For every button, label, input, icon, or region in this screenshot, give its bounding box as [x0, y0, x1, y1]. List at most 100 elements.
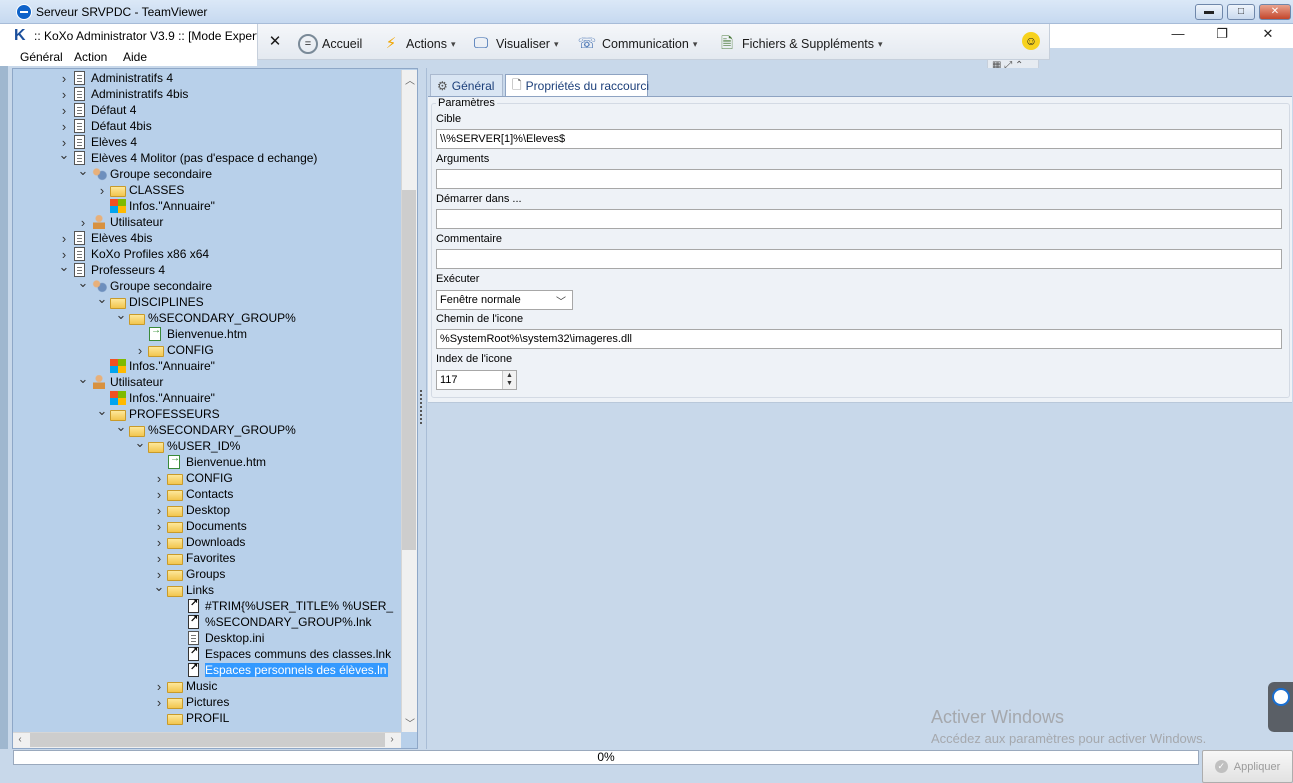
- tree-row[interactable]: ⌄ DISCIPLINES: [96, 291, 204, 310]
- chevron-right-icon[interactable]: ›: [153, 695, 165, 710]
- spin-down-icon[interactable]: ▼: [506, 380, 513, 387]
- chevron-right-icon[interactable]: ›: [153, 471, 165, 486]
- tree-row[interactable]: › Favorites: [153, 550, 236, 566]
- tree-vertical-scroll-thumb[interactable]: [402, 190, 416, 550]
- tv-fichiers-button[interactable]: 🗎 Fichiers & Suppléments ▾: [716, 34, 883, 54]
- chevron-right-icon[interactable]: ›: [153, 535, 165, 550]
- tree-row[interactable]: › Desktop: [153, 502, 230, 518]
- tv-accueil-button[interactable]: = Accueil: [298, 34, 362, 54]
- tab-shortcut-properties[interactable]: 🗋 Propriétés du raccourci: [505, 74, 649, 97]
- chevron-down-icon[interactable]: ﹀: [556, 293, 566, 308]
- splitter-grip[interactable]: [420, 390, 423, 424]
- tree-row[interactable]: › CONFIG: [134, 342, 214, 358]
- app-restore-button[interactable]: ❐: [1207, 26, 1237, 44]
- app-minimize-button[interactable]: —: [1163, 26, 1193, 44]
- menu-action[interactable]: Action: [74, 50, 107, 64]
- chevron-right-icon[interactable]: ›: [58, 103, 70, 118]
- tree-row[interactable]: › Utilisateur: [77, 214, 164, 230]
- tv-close-session-button[interactable]: ✕: [264, 32, 290, 52]
- chevron-down-icon[interactable]: ⌄: [77, 275, 89, 291]
- arguments-input[interactable]: [436, 169, 1282, 189]
- tree-row[interactable]: ⌄ %USER_ID%: [134, 435, 241, 454]
- chevron-right-icon[interactable]: ›: [58, 87, 70, 102]
- tree-row[interactable]: PROFIL: [153, 710, 229, 726]
- tv-feedback-button[interactable]: ☺: [1022, 32, 1044, 50]
- tree-row[interactable]: Espaces communs des classes.lnk: [172, 646, 391, 662]
- chevron-down-icon[interactable]: ⌄: [58, 147, 70, 163]
- tree-row[interactable]: › Défaut 4: [58, 102, 137, 118]
- tree-row[interactable]: #TRIM{%USER_TITLE% %USER_: [172, 598, 393, 614]
- chevron-right-icon[interactable]: ›: [58, 71, 70, 86]
- tree-row[interactable]: › CLASSES: [96, 182, 185, 198]
- tree-row[interactable]: › KoXo Profiles x86 x64: [58, 246, 209, 262]
- tree-row[interactable]: › Administratifs 4: [58, 70, 173, 86]
- chevron-right-icon[interactable]: ›: [58, 119, 70, 134]
- chevron-down-icon[interactable]: ⌄: [77, 371, 89, 387]
- tree-row[interactable]: › Downloads: [153, 534, 246, 550]
- chevron-down-icon[interactable]: ⌄: [153, 579, 165, 595]
- execute-select[interactable]: Fenêtre normale: [436, 290, 573, 310]
- tree-row[interactable]: Desktop.ini: [172, 630, 264, 646]
- tree-row[interactable]: › Documents: [153, 518, 247, 534]
- tree-row[interactable]: › Music: [153, 678, 218, 694]
- spin-up-icon[interactable]: ▲: [506, 372, 513, 379]
- chevron-right-icon[interactable]: ›: [153, 503, 165, 518]
- comment-input[interactable]: [436, 249, 1282, 269]
- tree-row[interactable]: Espaces personnels des élèves.ln: [172, 662, 389, 678]
- tree-row[interactable]: Bienvenue.htm: [134, 325, 247, 342]
- menu-general[interactable]: Général: [20, 50, 63, 64]
- scroll-right-arrow-icon[interactable]: ›: [385, 734, 399, 745]
- chevron-right-icon[interactable]: ›: [58, 231, 70, 246]
- tab-general[interactable]: ⚙ Général: [430, 74, 503, 96]
- tv-visualiser-button[interactable]: 🖵 Visualiser ▾: [470, 34, 559, 54]
- tree-row[interactable]: ⌄ Links: [153, 579, 214, 598]
- tv-communication-button[interactable]: ☏ Communication ▾: [576, 34, 698, 54]
- menu-aide[interactable]: Aide: [123, 50, 147, 64]
- icon-index-spin-buttons[interactable]: ▲ ▼: [502, 371, 516, 389]
- tree-row[interactable]: › Administratifs 4bis: [58, 86, 189, 102]
- teamviewer-maximize-button[interactable]: □: [1227, 4, 1255, 20]
- chevron-down-icon[interactable]: ⌄: [115, 307, 127, 323]
- tree-row-label: KoXo Profiles x86 x64: [91, 247, 210, 261]
- teamviewer-minimize-button[interactable]: ▬: [1195, 4, 1223, 20]
- apply-button[interactable]: ✓ Appliquer: [1202, 750, 1293, 783]
- tree-horizontal-scroll-thumb[interactable]: [30, 733, 385, 747]
- tree-row[interactable]: › Défaut 4bis: [58, 118, 152, 134]
- chevron-down-icon[interactable]: ⌄: [134, 435, 146, 451]
- tree-row[interactable]: ⌄ Elèves 4 Molitor (pas d'espace d echang…: [58, 147, 317, 166]
- scroll-left-arrow-icon[interactable]: ‹: [13, 734, 27, 745]
- chevron-right-icon[interactable]: ›: [153, 487, 165, 502]
- chevron-down-icon[interactable]: ⌄: [115, 419, 127, 435]
- scroll-down-arrow-icon[interactable]: ﹀: [403, 715, 417, 730]
- chevron-down-icon[interactable]: ⌄: [77, 163, 89, 179]
- chevron-right-icon[interactable]: ›: [153, 519, 165, 534]
- tree-row[interactable]: ⌄ Professeurs 4: [58, 259, 165, 278]
- scroll-up-arrow-icon[interactable]: ︿: [403, 72, 417, 87]
- chevron-down-icon[interactable]: ⌄: [58, 259, 70, 275]
- teamviewer-close-button[interactable]: ✕: [1259, 4, 1291, 20]
- tree-row[interactable]: › CONFIG: [153, 470, 233, 486]
- chevron-right-icon[interactable]: ›: [77, 215, 89, 230]
- icon-path-input[interactable]: [436, 329, 1282, 349]
- tree-row[interactable]: Bienvenue.htm: [153, 453, 266, 470]
- chevron-right-icon[interactable]: ›: [96, 183, 108, 198]
- chevron-right-icon[interactable]: ›: [153, 679, 165, 694]
- tree-row[interactable]: › Pictures: [153, 694, 230, 710]
- chevron-down-icon[interactable]: ⌄: [96, 291, 108, 307]
- tree-row[interactable]: ⌄ Utilisateur: [77, 371, 163, 390]
- tree-row[interactable]: ⌄ %SECONDARY_GROUP%: [115, 307, 296, 326]
- chevron-right-icon[interactable]: ›: [134, 343, 146, 358]
- app-close-button[interactable]: ✕: [1253, 26, 1283, 44]
- chevron-down-icon[interactable]: ⌄: [96, 403, 108, 419]
- target-input[interactable]: [436, 129, 1282, 149]
- tree-row[interactable]: › Contacts: [153, 486, 234, 502]
- chevron-right-icon[interactable]: ›: [153, 551, 165, 566]
- tree-row[interactable]: Infos."Annuaire": [96, 358, 215, 374]
- tree-row[interactable]: Infos."Annuaire": [96, 390, 215, 406]
- tree-row[interactable]: › Elèves 4bis: [58, 230, 153, 246]
- start-in-input[interactable]: [436, 209, 1282, 229]
- tree-row[interactable]: ⌄ Groupe secondaire: [77, 163, 212, 182]
- tree-row[interactable]: Infos."Annuaire": [96, 198, 215, 214]
- tree-row[interactable]: %SECONDARY_GROUP%.lnk: [172, 614, 372, 630]
- tv-actions-button[interactable]: ⚡ Actions ▾: [380, 34, 456, 54]
